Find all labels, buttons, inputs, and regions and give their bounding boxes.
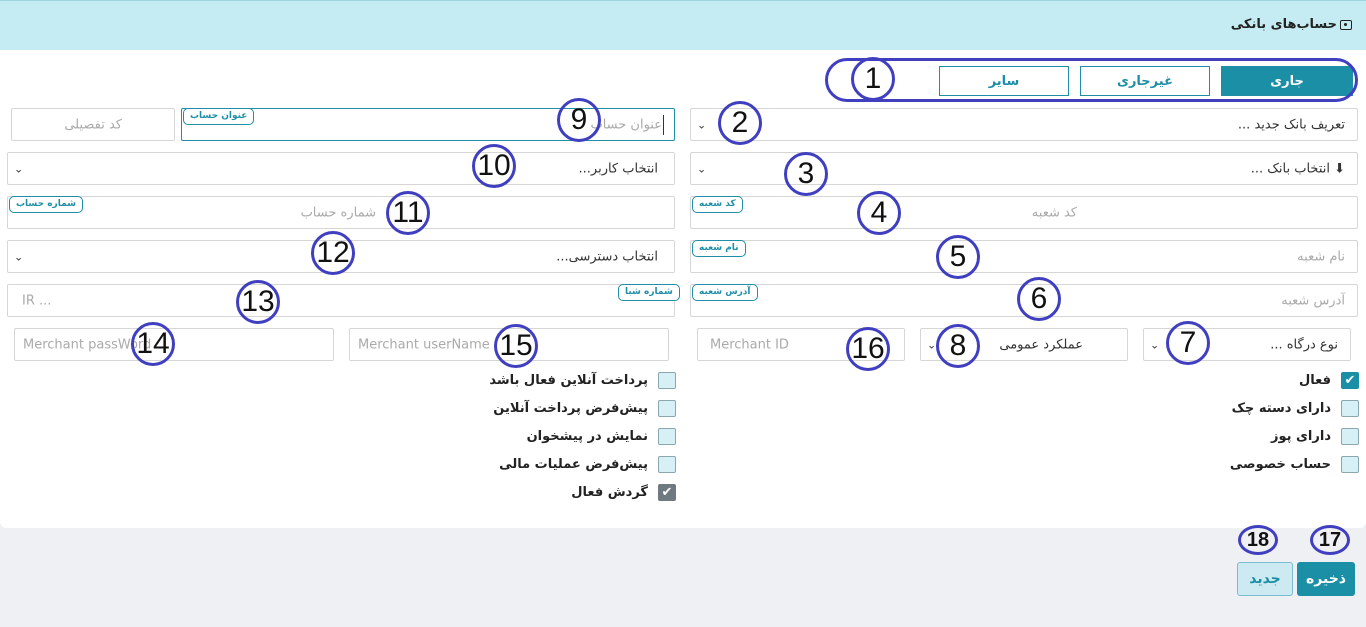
branch-code-input[interactable]: کد شعبه: [690, 196, 1358, 229]
branch-address-chip: آدرس شعبه: [692, 284, 758, 301]
annotation-marker-12: 12: [311, 231, 355, 275]
merchant-id-placeholder: Merchant ID: [710, 337, 789, 352]
checkbox-pos-row[interactable]: دارای پوز: [1271, 428, 1359, 445]
merchant-username-placeholder: Merchant userName: [358, 337, 490, 352]
gateway-type-value: نوع درگاه ...: [1270, 337, 1338, 352]
annotation-marker-11: 11: [386, 191, 430, 235]
checkbox-default-online-label: پیش‌فرض پرداخت آنلاین: [493, 401, 648, 416]
checkbox-turnover-label: گردش فعال: [571, 485, 648, 500]
branch-name-input[interactable]: نام شعبه: [690, 240, 1358, 273]
annotation-marker-10: 10: [472, 144, 516, 188]
checkbox-private-label: حساب خصوصی: [1229, 457, 1331, 472]
checkbox-turnover-row[interactable]: ✔ گردش فعال: [571, 484, 676, 501]
branch-address-placeholder: آدرس شعبه: [1281, 293, 1345, 308]
sheba-chip: شماره شبا: [618, 284, 680, 301]
checkbox-pos-label: دارای پوز: [1270, 429, 1331, 444]
dialog-title: حساب‌های بانکی: [1231, 17, 1352, 32]
chevron-down-icon: ⌄: [14, 250, 24, 263]
account-number-input[interactable]: شماره حساب: [7, 196, 675, 229]
branch-name-chip: نام شعبه: [692, 240, 746, 257]
checkbox-dashboard-label: نمایش در پیشخوان: [526, 429, 648, 444]
account-title-placeholder: عنوان حساب: [590, 117, 662, 132]
new-button[interactable]: جدید: [1237, 562, 1293, 596]
account-title-chip: عنوان حساب: [183, 108, 255, 125]
checkbox-active-label: فعال: [1298, 373, 1331, 388]
checkbox-pos[interactable]: [1341, 428, 1359, 445]
annotation-marker-3: 3: [784, 152, 828, 196]
chevron-down-icon: ⌄: [1150, 338, 1160, 351]
checkbox-checkbook[interactable]: [1341, 400, 1359, 417]
wallet-icon: [1340, 19, 1352, 30]
bank-select-value: ⬇ انتخاب بانک ...: [1250, 161, 1345, 176]
dialog-title-text: حساب‌های بانکی: [1230, 17, 1337, 32]
checkbox-dashboard[interactable]: [658, 428, 676, 445]
checkbox-online-payment-label: پرداخت آنلاین فعال باشد: [489, 373, 648, 388]
checkbox-private-row[interactable]: حساب خصوصی: [1230, 456, 1359, 473]
annotation-marker-2: 2: [718, 101, 762, 145]
chevron-down-icon: ⌄: [14, 162, 24, 175]
chevron-down-icon: ⌄: [697, 162, 707, 175]
checkbox-default-finance[interactable]: [658, 456, 676, 473]
account-title-input[interactable]: عنوان حساب: [181, 108, 675, 141]
checkbox-default-online[interactable]: [658, 400, 676, 417]
checkbox-default-finance-label: پیش‌فرض عملیات مالی: [499, 457, 648, 472]
checkbox-checkbook-label: دارای دسته چک: [1231, 401, 1331, 416]
checkbox-active-row[interactable]: ✔ فعال: [1299, 372, 1359, 389]
account-number-chip: شماره حساب: [9, 196, 83, 213]
checkbox-checkbook-row[interactable]: دارای دسته چک: [1232, 400, 1359, 417]
annotation-marker-4: 4: [857, 191, 901, 235]
checkbox-default-online-row[interactable]: پیش‌فرض پرداخت آنلاین: [493, 400, 676, 417]
chevron-down-icon: ⌄: [927, 338, 937, 351]
branch-code-chip: کد شعبه: [692, 196, 743, 213]
function-value: عملکرد عمومی: [999, 337, 1083, 352]
annotation-marker-7: 7: [1166, 321, 1210, 365]
bank-definition-value: تعریف بانک جدید ...: [1237, 117, 1345, 132]
sheba-input[interactable]: IR ...: [7, 284, 675, 317]
branch-name-placeholder: نام شعبه: [1297, 249, 1345, 264]
sheba-placeholder: IR ...: [22, 293, 52, 308]
annotation-marker-15: 15: [494, 324, 538, 368]
access-select-value: انتخاب دسترسی...: [556, 249, 658, 264]
annotation-marker-1: 1: [851, 57, 895, 101]
save-button[interactable]: ذخیره: [1297, 562, 1355, 596]
checkbox-private[interactable]: [1341, 456, 1359, 473]
checkbox-turnover[interactable]: ✔: [658, 484, 676, 501]
branch-code-placeholder: کد شعبه: [1031, 205, 1077, 220]
checkbox-online-payment-row[interactable]: پرداخت آنلاین فعال باشد: [489, 372, 676, 389]
account-number-placeholder: شماره حساب: [300, 205, 376, 220]
dialog-header: حساب‌های بانکی: [0, 0, 1366, 50]
detail-code-input[interactable]: کد تفصیلی: [11, 108, 175, 141]
bank-definition-select[interactable]: تعریف بانک جدید ... ⌄: [690, 108, 1358, 141]
annotation-marker-9: 9: [557, 98, 601, 142]
checkbox-online-payment[interactable]: [658, 372, 676, 389]
annotation-marker-16: 16: [846, 327, 890, 371]
annotation-marker-17: 17: [1310, 525, 1350, 555]
checkbox-active[interactable]: ✔: [1341, 372, 1359, 389]
annotation-marker-14: 14: [131, 322, 175, 366]
annotation-marker-18: 18: [1238, 525, 1278, 555]
chevron-down-icon: ⌄: [697, 118, 707, 131]
checkbox-dashboard-row[interactable]: نمایش در پیشخوان: [527, 428, 676, 445]
annotation-marker-8: 8: [936, 324, 980, 368]
annotation-outline: [825, 58, 1358, 102]
text-cursor: [663, 115, 664, 135]
annotation-marker-13: 13: [236, 280, 280, 324]
user-select-value: انتخاب کاربر...: [578, 161, 659, 176]
annotation-marker-5: 5: [936, 235, 980, 279]
annotation-marker-6: 6: [1017, 277, 1061, 321]
detail-code-placeholder: کد تفصیلی: [64, 117, 122, 132]
user-select[interactable]: انتخاب کاربر... ⌄: [7, 152, 675, 185]
checkbox-default-finance-row[interactable]: پیش‌فرض عملیات مالی: [499, 456, 676, 473]
